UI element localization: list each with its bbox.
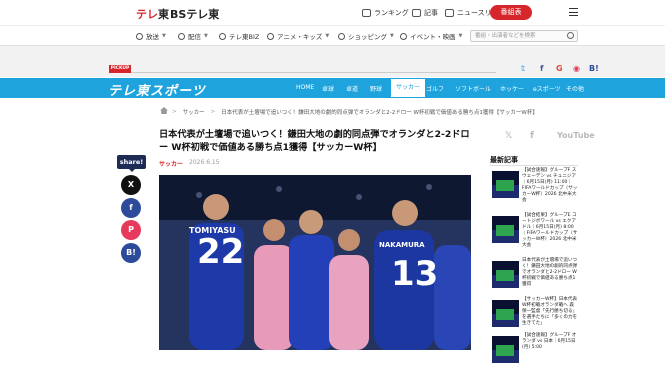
top-bar: テレ東 BSテレ東 ランキング 記事 ニュースリリース 番組表 — [0, 0, 665, 26]
news-title: 日本代表が土壇場で追いつく！鎌田大地の劇的同点弾でオランダと2-2ドロー W杯初… — [522, 258, 578, 287]
nav-streaming[interactable]: 配信 ▼ — [178, 31, 208, 41]
latest-articles-title: 最新記事 — [490, 156, 518, 164]
bs-tv-tokyo-logo[interactable]: BSテレ東 — [170, 6, 219, 22]
jersey-number-13: 13 — [391, 254, 438, 294]
category-softball[interactable]: ソフトボール — [455, 84, 491, 93]
article-category[interactable]: サッカー — [159, 159, 183, 168]
breadcrumb-separator: > — [210, 109, 216, 115]
google-plus-icon[interactable]: G — [556, 64, 563, 73]
cart-icon — [338, 32, 345, 40]
hatena-icon[interactable]: B! — [589, 64, 599, 73]
article-meta: サッカー 2026.6.15 — [159, 159, 220, 168]
ticket-icon — [400, 32, 407, 40]
divider — [131, 72, 496, 73]
tx-sports-logo[interactable]: テレ東スポーツ — [108, 80, 206, 99]
youtube-icon[interactable]: YouTube — [557, 131, 595, 140]
pocket-share-button[interactable]: P — [121, 220, 141, 240]
category-judo[interactable]: 卓道 — [346, 84, 358, 93]
star-icon — [267, 32, 274, 40]
x-share-button[interactable]: X — [121, 175, 141, 195]
main-nav: 放送 ▼ 配信 ▼ テレ東BIZ アニメ・キッズ ▼ ショッピング ▼ イベント・映画 ▼… — [0, 26, 665, 46]
facebook-icon[interactable]: f — [530, 131, 534, 141]
jersey-number-22: 22 — [197, 232, 244, 272]
news-title: 【試合速報】グループF オランダ vs 日本｜6月15日(月) 5:00 — [522, 333, 577, 350]
breadcrumb-separator: > — [172, 109, 177, 115]
category-hockey[interactable]: ホッケー — [500, 84, 524, 93]
news-item[interactable]: 日本代表が土壇場で追いつく！鎌田大地の劇的同点弾でオランダと2-2ドロー W杯初… — [492, 258, 578, 298]
facebook-share-button[interactable]: f — [121, 198, 141, 218]
breadcrumb-current: 日本代表が土壇場で追いつく！鎌田大地の劇的同点弾でオランダと2-2ドロー W杯初… — [221, 110, 538, 116]
breadcrumb: > サッカー > 日本代表が土壇場で追いつく！鎌田大地の劇的同点弾でオランダと2… — [172, 108, 538, 116]
news-thumbnail — [492, 300, 519, 327]
news-item[interactable]: 【サッカーW杯】日本代表 W杯初戦オランダ戦へ 森保一監督「先行勝ち切る」を選手… — [492, 297, 578, 337]
tv-tokyo-logo[interactable]: テレ東 — [136, 6, 169, 22]
pocket-icon[interactable]: ◉ — [573, 64, 580, 73]
search-icon[interactable] — [567, 32, 574, 39]
news-thumbnail — [492, 216, 519, 243]
chevron-down-icon: ▼ — [325, 33, 330, 39]
breadcrumb-soccer[interactable]: サッカー — [183, 108, 205, 116]
jersey-name-nakamura: NAKAMURA — [379, 241, 425, 249]
globe-icon — [219, 32, 226, 40]
news-item[interactable]: 【試合速報】グループF スウェーデン vs チュニジア｜6月15日(月) 11:… — [492, 168, 578, 208]
facebook-icon[interactable]: f — [540, 64, 543, 73]
bell-icon — [362, 9, 371, 17]
pickup-badge: PICKUP — [109, 65, 131, 73]
category-table-tennis[interactable]: 卓球 — [322, 84, 334, 93]
article-date: 2026.6.15 — [189, 159, 220, 166]
news-title: 【試合速報】グループF スウェーデン vs チュニジア｜6月15日(月) 11:… — [522, 168, 578, 203]
search-input[interactable]: 番組・出演者などを検索 — [470, 30, 578, 42]
document-icon — [412, 9, 421, 17]
tv-icon — [136, 32, 143, 40]
category-other[interactable]: その他 — [566, 84, 584, 93]
nav-events-movies[interactable]: イベント・映画 ▼ — [400, 31, 462, 41]
chevron-down-icon: ▼ — [390, 33, 394, 39]
twitter-icon[interactable]: 𝕥 — [521, 64, 525, 73]
chevron-down-icon: ▼ — [458, 33, 463, 39]
hatena-share-button[interactable]: B! — [121, 243, 141, 263]
category-golf[interactable]: ゴルフ — [426, 84, 444, 93]
chevron-down-icon: ▼ — [204, 33, 208, 39]
chevron-down-icon: ▼ — [162, 33, 166, 39]
news-item[interactable]: 【試合速報】グループF オランダ vs 日本｜6月15日(月) 5:00 — [492, 333, 578, 373]
ranking-link[interactable]: ランキング — [362, 8, 409, 18]
news-title: 【サッカーW杯】日本代表 W杯初戦オランダ戦へ 森保一監督「先行勝ち切る」を選手… — [522, 297, 578, 326]
program-guide-button[interactable]: 番組表 — [490, 5, 532, 20]
team-celebration-photo: TOMIYASU 22 NAKAMURA 13 — [159, 175, 471, 350]
category-soccer[interactable]: サッカー — [391, 79, 426, 97]
category-baseball[interactable]: 野球 — [370, 84, 382, 93]
nav-shopping[interactable]: ショッピング ▼ — [338, 31, 394, 41]
news-thumbnail — [492, 261, 519, 288]
newspaper-icon — [445, 9, 454, 17]
article-headline: 日本代表が土壇場で追いつく！鎌田大地の劇的同点弾でオランダと2-2ドロー W杯初… — [159, 129, 470, 153]
share-label: share! — [117, 155, 146, 172]
twitter-icon[interactable]: 𝕏 — [505, 131, 512, 141]
article-photo: TOMIYASU 22 NAKAMURA 13 — [159, 175, 471, 350]
menu-icon[interactable] — [569, 8, 578, 16]
category-home[interactable]: HOME — [296, 84, 314, 91]
play-icon — [178, 32, 185, 40]
nav-anime-kids[interactable]: アニメ・キッズ ▼ — [267, 31, 329, 41]
nav-broadcast[interactable]: 放送 ▼ — [136, 31, 166, 41]
nav-biz[interactable]: テレ東BIZ — [219, 31, 259, 41]
divider — [490, 165, 578, 166]
articles-link[interactable]: 記事 — [412, 8, 438, 18]
news-title: 【試合結果】グループE コートジボワール vs エクアドル｜6月15日(月) 8… — [522, 213, 578, 248]
news-thumbnail — [492, 171, 519, 198]
home-icon[interactable] — [160, 107, 168, 114]
news-item[interactable]: 【試合結果】グループE コートジボワール vs エクアドル｜6月15日(月) 8… — [492, 213, 578, 253]
category-esports[interactable]: eスポーツ — [533, 84, 561, 93]
